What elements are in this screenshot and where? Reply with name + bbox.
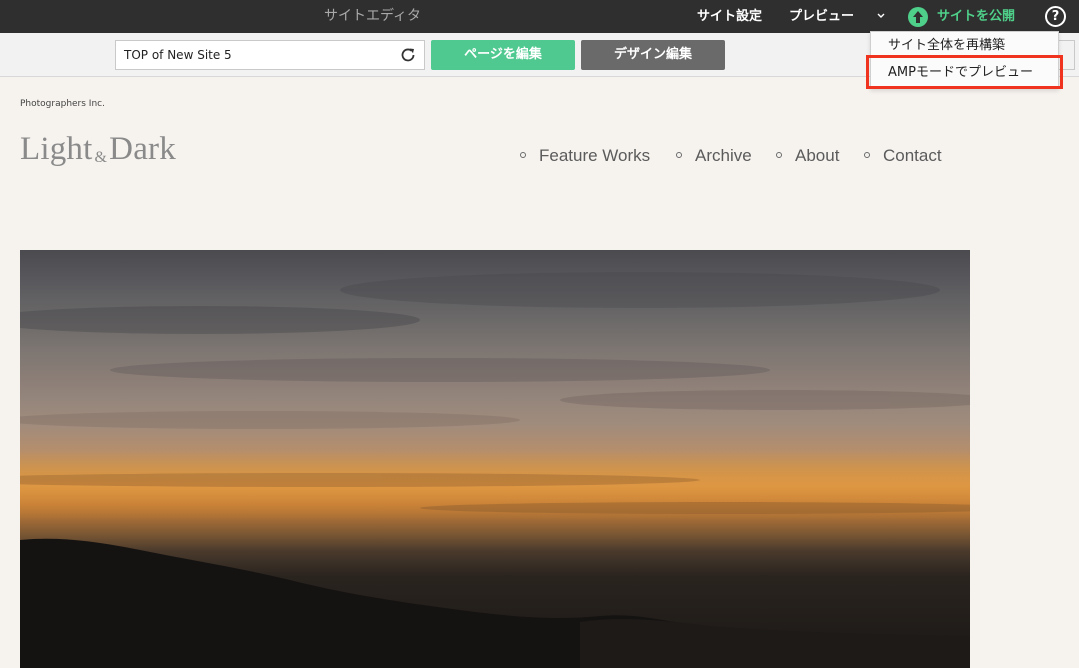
nav-label: About: [795, 146, 840, 165]
nav-label: Archive: [695, 146, 752, 165]
edit-page-button[interactable]: ページを編集: [431, 40, 575, 70]
nav-bullet-icon: [676, 151, 682, 158]
site-settings-button[interactable]: サイト設定: [697, 0, 762, 33]
edit-design-button[interactable]: デザイン編集: [581, 40, 725, 70]
nav-feature-works[interactable]: Feature Works: [520, 145, 650, 167]
logo-light: Light: [20, 131, 93, 167]
nav-bullet-icon: [776, 151, 782, 158]
preview-button[interactable]: プレビュー: [789, 0, 854, 33]
nav-bullet-icon: [520, 151, 526, 158]
page-selector[interactable]: TOP of New Site 5: [115, 40, 425, 70]
hero-sunset-image: [20, 250, 970, 668]
nav-bullet-icon: [864, 151, 870, 158]
amp-preview-menu-item[interactable]: AMPモードでプレビュー: [871, 60, 1058, 86]
brand-tagline: Photographers Inc.: [20, 99, 105, 109]
toolbar-right-control[interactable]: [1058, 40, 1075, 70]
preview-dropdown-menu: サイト全体を再構築 AMPモードでプレビュー: [870, 31, 1059, 89]
site-logo[interactable]: Light &Dark: [20, 131, 176, 168]
refresh-icon[interactable]: [399, 46, 417, 64]
nav-label: Contact: [883, 146, 942, 165]
publish-site-label: サイトを公開: [937, 9, 1016, 24]
logo-dark: Dark: [109, 131, 176, 167]
chevron-down-icon: [877, 13, 885, 18]
editor-topbar: サイトエディタ サイト設定 プレビュー サイトを公開 ?: [0, 0, 1079, 33]
preview-menu-toggle[interactable]: [874, 0, 888, 33]
logo-ampersand: &: [94, 149, 108, 166]
rebuild-site-menu-item[interactable]: サイト全体を再構築: [871, 33, 1058, 59]
page-selector-value: TOP of New Site 5: [124, 48, 232, 62]
nav-contact[interactable]: Contact: [864, 145, 942, 167]
nav-about[interactable]: About: [776, 145, 839, 167]
nav-label: Feature Works: [539, 146, 651, 165]
nav-archive[interactable]: Archive: [676, 145, 752, 167]
app-title: サイトエディタ: [323, 8, 422, 24]
sunset-landscape: [20, 272, 970, 668]
help-icon[interactable]: ?: [1045, 6, 1066, 27]
upload-arrow-icon: [908, 7, 928, 27]
